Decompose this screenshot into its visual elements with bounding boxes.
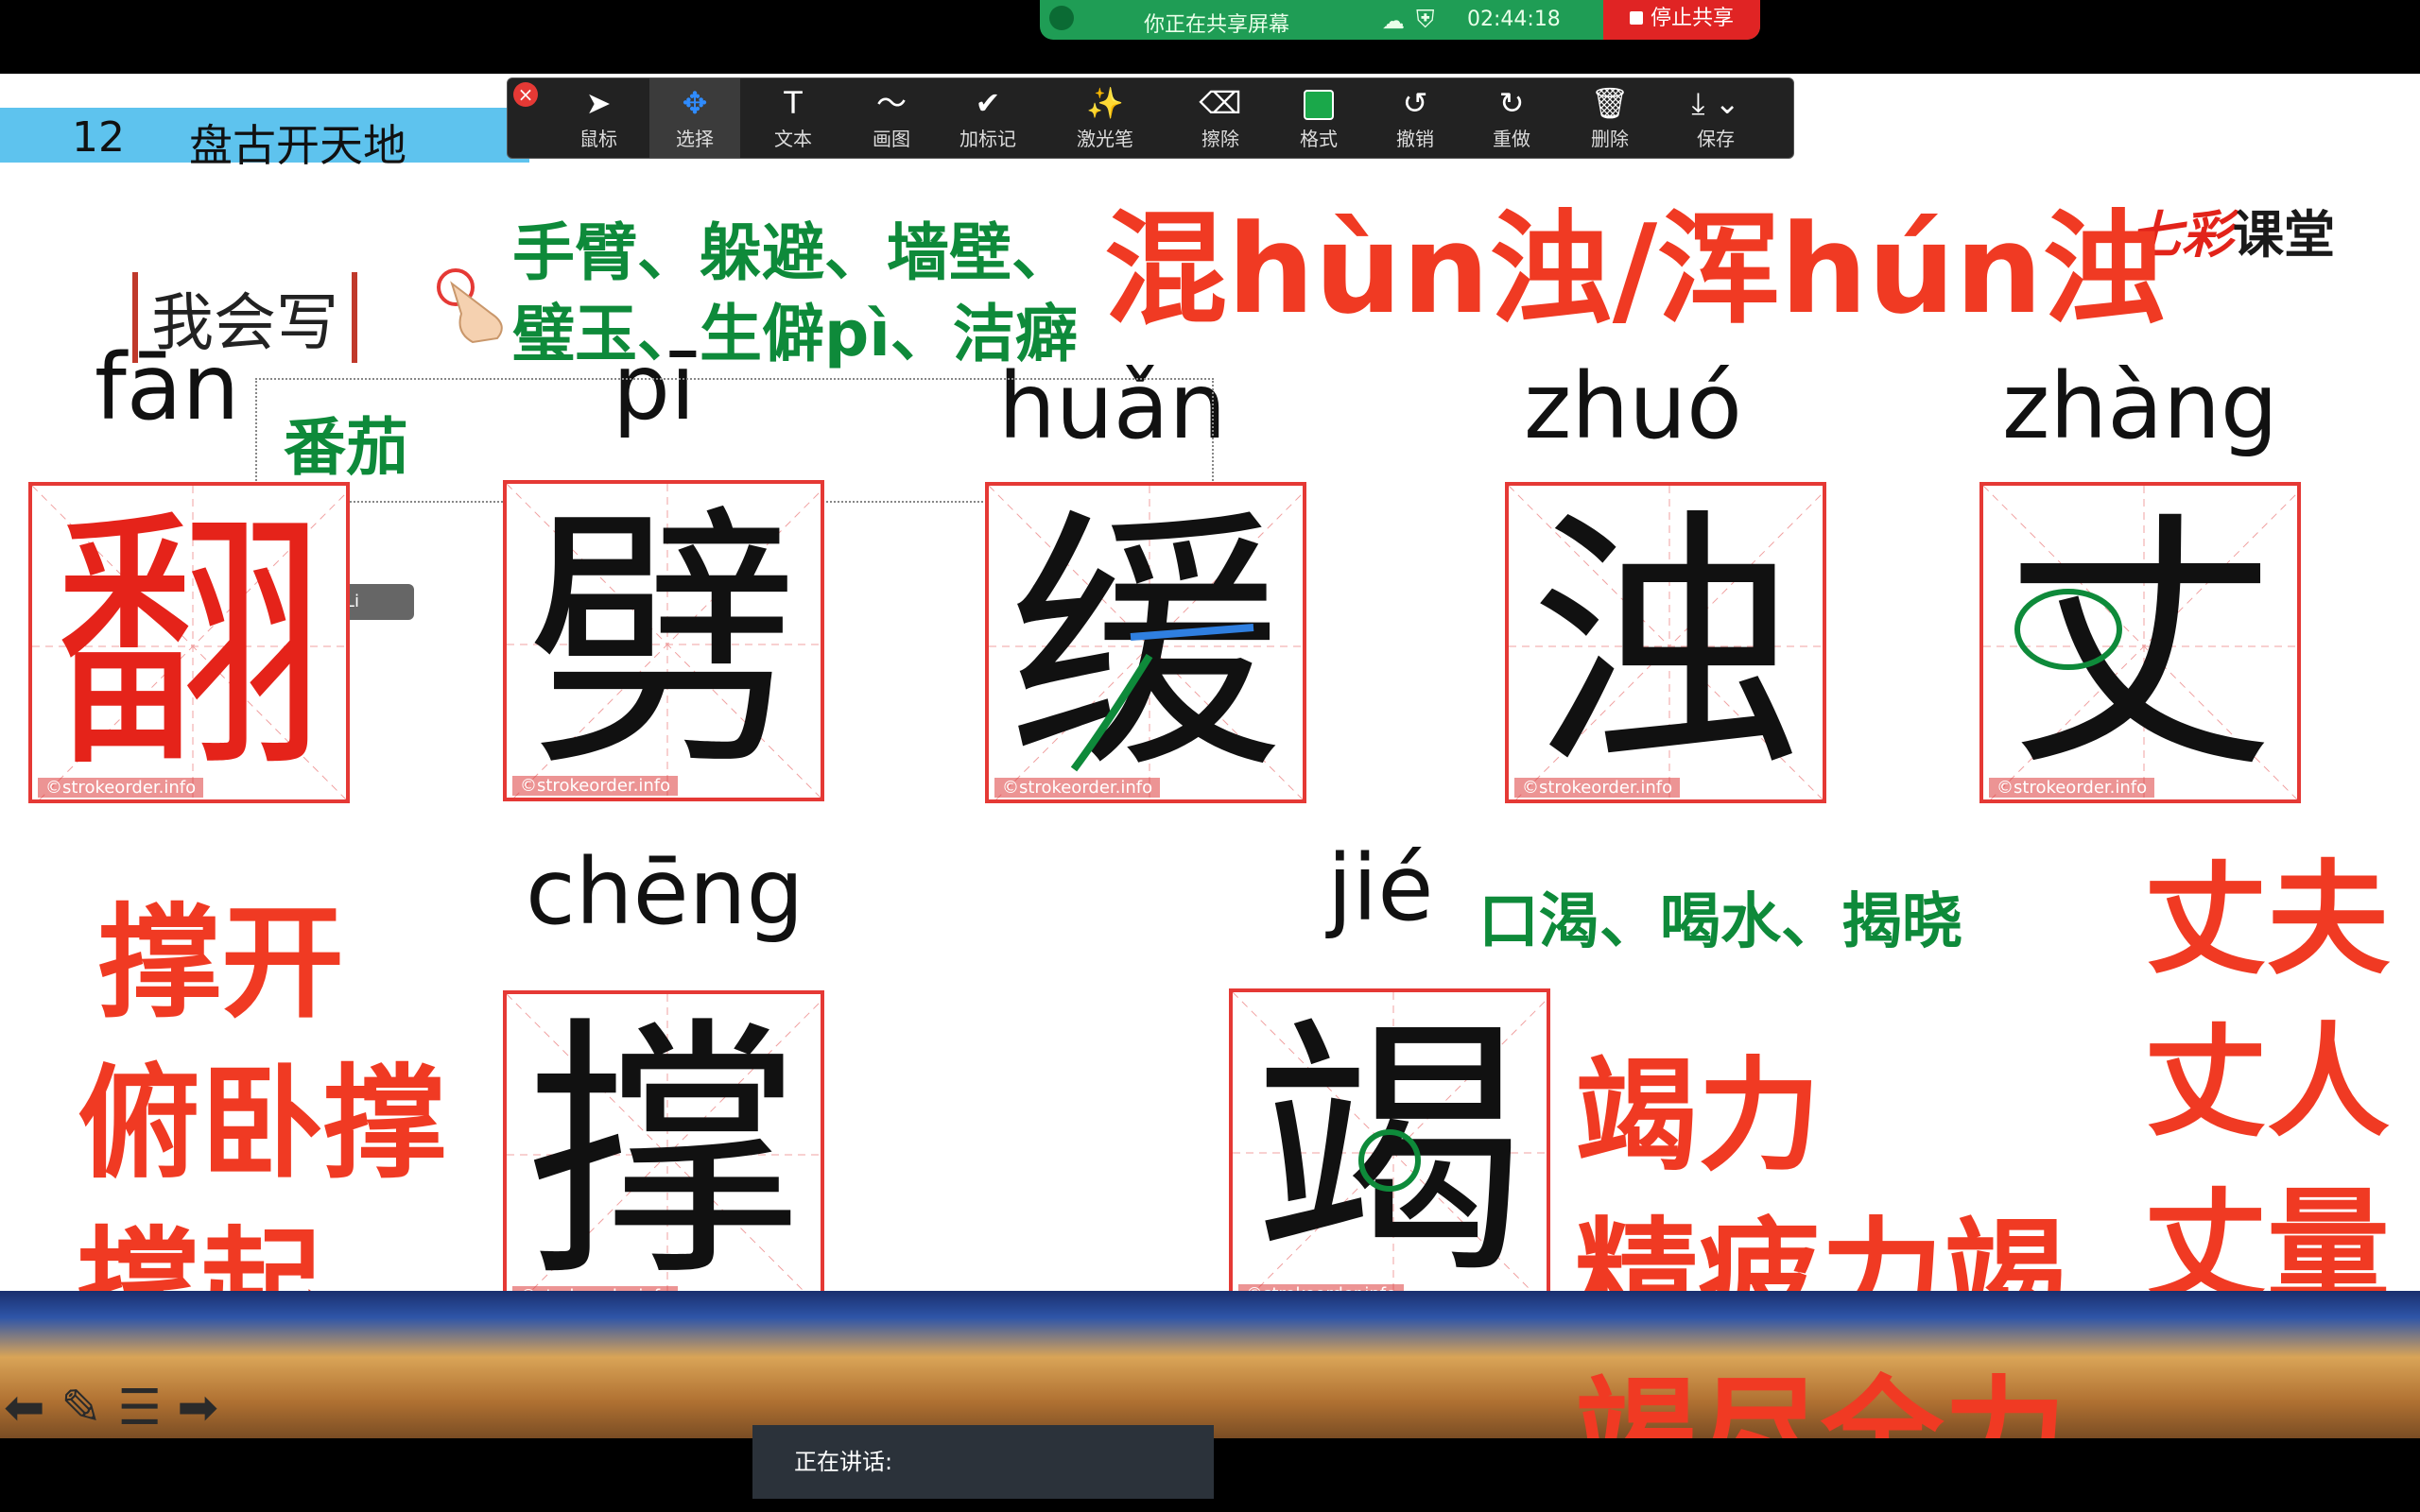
pinyin-fan: fān xyxy=(95,335,240,440)
char-box-fan: 翻 ©strokeorder.info xyxy=(28,482,350,803)
laser-icon: ✨ xyxy=(1086,85,1124,121)
annotation-toolbar: ➤ 鼠标 ✥ 选择 T 文本 〜画图 ✔ 加标记 ✨ 激光笔 ⌫ 擦除 格式 ↺ 撤销 ↻ 重做… xyxy=(507,77,1794,159)
tool-format[interactable]: 格式 xyxy=(1273,78,1364,158)
redo-icon: ↻ xyxy=(1498,85,1525,121)
checkmark-icon: ✔ xyxy=(975,85,1001,121)
eraser-icon: ⌫ xyxy=(1199,85,1242,121)
pinyin-jie: jié xyxy=(1327,835,1434,941)
tool-undo[interactable]: ↺ 撤销 xyxy=(1370,78,1461,158)
slide-nav-controls: ⬅ ✎ ☰ ➡ xyxy=(4,1380,218,1436)
handwriting-circle xyxy=(1358,1129,1421,1192)
green-words-line2: 璧玉、生僻pì、洁癖 xyxy=(512,298,1078,370)
shield-icon: ⛨ xyxy=(1416,6,1435,34)
zhang-word-2: 丈人 xyxy=(2144,1010,2391,1154)
lesson-title: 盘古开天地 xyxy=(189,120,406,171)
toolbar-close-button[interactable]: × xyxy=(513,82,538,107)
handwriting-mark xyxy=(1070,624,1254,772)
char-box-pi: 劈 ©strokeorder.info xyxy=(503,480,824,801)
tool-laser[interactable]: ✨ 激光笔 xyxy=(1060,78,1150,158)
char-box-huan: 缓 ©strokeorder.info xyxy=(985,482,1306,803)
green-words-line1: 手臂、躲避、墙壁、 xyxy=(512,216,1074,289)
watermark: ©strokeorder.info xyxy=(1989,778,2155,798)
jie-word-1: 竭力 xyxy=(1575,1044,1822,1188)
char-pi: 劈 xyxy=(527,485,801,801)
pinyin-zhang: zhàng xyxy=(2002,353,2278,459)
char-box-jie: 竭 ©strokeorder.info xyxy=(1229,988,1550,1310)
cursor-icon: ➤ xyxy=(585,85,612,121)
char-box-zhuo: 浊 ©strokeorder.info xyxy=(1505,482,1826,803)
char-box-cheng: 撑 ©strokeorder.info xyxy=(503,990,824,1312)
stop-square-icon xyxy=(1629,11,1643,25)
prev-arrow-icon[interactable]: ⬅ xyxy=(4,1380,45,1436)
slide-canvas: 12 盘古开天地 七彩课堂 我会写 手臂、躲避、墙壁、 璧玉、生僻pì、洁癖 混… xyxy=(0,74,2420,1438)
close-icon: × xyxy=(517,83,534,106)
tool-stamp[interactable]: ✔ 加标记 xyxy=(942,78,1033,158)
next-arrow-icon[interactable]: ➡ xyxy=(177,1380,218,1436)
tool-delete[interactable]: 🗑 删除 xyxy=(1564,78,1655,158)
watermark: ©strokeorder.info xyxy=(38,778,204,798)
watermark: ©strokeorder.info xyxy=(512,776,679,796)
menu-icon[interactable]: ☰ xyxy=(117,1380,162,1436)
char-zhuo: 浊 xyxy=(1529,487,1803,803)
save-icon: ⤓ ⌄ xyxy=(1691,85,1740,121)
jie-green-words: 口渴、喝水、揭晓 xyxy=(1478,887,1962,957)
pointing-hand-icon xyxy=(437,268,503,344)
move-icon: ✥ xyxy=(682,85,708,121)
pinyin-cheng: chēng xyxy=(526,839,804,945)
jie-word-3: 竭尽全力 xyxy=(1575,1364,2067,1438)
share-phone-icon xyxy=(1049,6,1074,30)
char-fan: 翻 xyxy=(52,487,326,803)
pinyin-zhuo: zhuó xyxy=(1524,353,1742,459)
tool-mouse[interactable]: ➤ 鼠标 xyxy=(553,78,644,158)
pen-icon[interactable]: ✎ xyxy=(60,1380,102,1436)
zhang-word-1: 丈夫 xyxy=(2144,848,2391,991)
tool-draw[interactable]: 〜画图 xyxy=(846,78,937,158)
cheng-word-1: 撑开 xyxy=(98,891,345,1035)
speaking-indicator: 正在讲话: xyxy=(752,1425,1214,1499)
share-timer: 02:44:18 xyxy=(1467,8,1561,31)
tool-save[interactable]: ⤓ ⌄ 保存 xyxy=(1670,78,1761,158)
stop-share-button[interactable]: 停止共享 xyxy=(1603,0,1760,40)
char-box-zhang: 丈 ©strokeorder.info xyxy=(1979,482,2301,803)
cloud-icon: ☁ xyxy=(1382,8,1405,34)
cheng-word-2: 俯卧撑 xyxy=(78,1052,447,1195)
red-annotation-top: 混hùn浊/浑hún浊 xyxy=(1104,198,2166,341)
undo-icon: ↺ xyxy=(1402,85,1428,121)
format-icon xyxy=(1273,78,1364,124)
trash-icon: 🗑 xyxy=(1590,85,1630,121)
watermark: ©strokeorder.info xyxy=(994,778,1161,798)
watermark: ©strokeorder.info xyxy=(1514,778,1681,798)
lesson-number: 12 xyxy=(72,113,125,162)
tool-select[interactable]: ✥ 选择 xyxy=(649,78,740,158)
draw-icon: 〜 xyxy=(875,85,907,121)
tool-text[interactable]: T 文本 xyxy=(748,78,838,158)
tool-eraser[interactable]: ⌫ 擦除 xyxy=(1175,78,1266,158)
text-icon: T xyxy=(784,85,803,121)
char-cheng: 撑 xyxy=(527,995,801,1312)
share-status-text: 你正在共享屏幕 xyxy=(1144,13,1290,37)
handwriting-circle xyxy=(2014,589,2122,670)
tool-redo[interactable]: ↻ 重做 xyxy=(1466,78,1557,158)
